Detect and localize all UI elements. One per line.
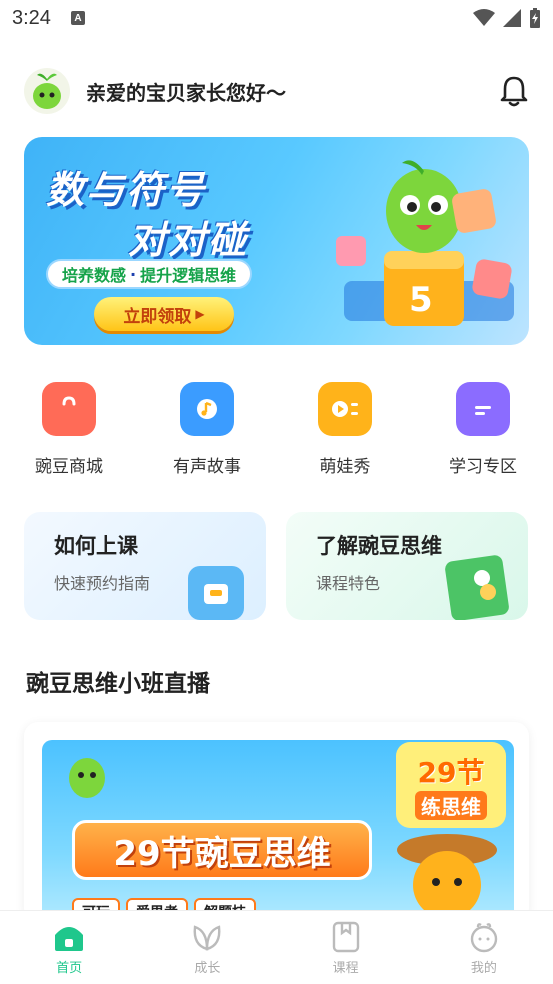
banner-title-line2: 对对碰 [128, 218, 249, 262]
info-cards: 如何上课 快速预约指南 了解豌豆思维 课程特色 [24, 512, 529, 622]
banner-title-line1: 数与符号 [46, 168, 207, 212]
live-class-card[interactable]: 29节豌豆思维 29节 练思维 可玩 爱思考 解题技 [24, 722, 529, 922]
pea-mascot-dice-illustration: 5 [336, 160, 514, 326]
profile-icon [470, 923, 498, 953]
battery-icon [530, 8, 540, 28]
status-time: 3:24 [12, 6, 51, 29]
claim-now-button[interactable]: 立即领取 ▶ [94, 297, 234, 331]
notification-badge: A [70, 11, 85, 25]
notification-bell-button[interactable] [499, 74, 529, 108]
claim-now-label: 立即领取 [123, 306, 192, 327]
quick-link-kids-show[interactable]: 萌娃秀 [276, 382, 414, 482]
video-icon [318, 382, 372, 436]
live-class-banner[interactable]: 29节豌豆思维 29节 练思维 可玩 爱思考 解题技 [42, 740, 514, 922]
quick-link-label: 萌娃秀 [319, 457, 371, 477]
tab-label: 首页 [56, 961, 83, 976]
tab-home[interactable]: 首页 [0, 911, 138, 984]
tab-label: 课程 [332, 961, 359, 976]
pea-mascot-icon [33, 73, 61, 109]
tab-profile[interactable]: 我的 [415, 911, 553, 984]
book-icon [456, 382, 510, 436]
tab-courses[interactable]: 课程 [277, 911, 415, 984]
number-book-icon [445, 555, 509, 620]
tagline-separator: · [130, 264, 137, 284]
quick-link-label: 学习专区 [449, 457, 517, 477]
bell-icon [500, 76, 528, 107]
tab-label: 成长 [194, 961, 221, 976]
quick-link-label: 豌豆商城 [35, 457, 103, 477]
section-title: 豌豆思维小班直播 [26, 671, 210, 697]
banner-tagline: 培养数感 · 提升逻辑思维 [46, 259, 253, 289]
badge-bottom-text: 练思维 [415, 790, 487, 820]
music-icon [180, 382, 234, 436]
quick-link-audio-stories[interactable]: 有声故事 [138, 382, 276, 482]
tagline-part1: 培养数感 [62, 266, 127, 285]
status-icons [473, 8, 541, 28]
tab-label: 我的 [470, 961, 497, 976]
about-peas-thinking-card[interactable]: 了解豌豆思维 课程特色 [286, 512, 528, 620]
backpack-icon [188, 566, 244, 620]
course-book-icon [332, 921, 359, 953]
live-banner-main-title: 29节豌豆思维 [72, 820, 372, 880]
flying-pea-mascot-icon [69, 758, 105, 798]
quick-link-learning-zone[interactable]: 学习专区 [414, 382, 552, 482]
greeting-text: 亲爱的宝贝家长您好～ [86, 80, 286, 105]
badge-top-text: 29节 [417, 755, 485, 789]
home-icon [55, 927, 84, 951]
leaf-icon [193, 925, 221, 951]
play-arrow-icon: ▶ [195, 307, 205, 321]
signal-icon [503, 9, 521, 27]
status-bar: 3:24 A [0, 0, 553, 36]
how-to-attend-card[interactable]: 如何上课 快速预约指南 [24, 512, 266, 620]
wifi-icon [473, 9, 495, 26]
quick-links: 豌豆商城 有声故事 萌娃秀 学习专区 [0, 382, 553, 482]
avatar[interactable] [24, 68, 70, 114]
tiger-mascot-icon [397, 834, 497, 919]
quick-link-label: 有声故事 [173, 457, 241, 477]
tagline-part2: 提升逻辑思维 [140, 266, 237, 285]
quick-link-mall[interactable]: 豌豆商城 [0, 382, 138, 482]
promo-banner[interactable]: 数与符号 对对碰 培养数感 · 提升逻辑思维 立即领取 ▶ 5 [24, 137, 529, 345]
dice-digit: 5 [409, 280, 433, 320]
bottom-tab-bar: 首页 成长 课程 我的 [0, 910, 553, 984]
lesson-count-badge: 29节 练思维 [396, 742, 506, 828]
shopping-bag-icon [42, 382, 96, 436]
header: 亲爱的宝贝家长您好～ [24, 68, 529, 114]
tab-growth[interactable]: 成长 [138, 911, 276, 984]
